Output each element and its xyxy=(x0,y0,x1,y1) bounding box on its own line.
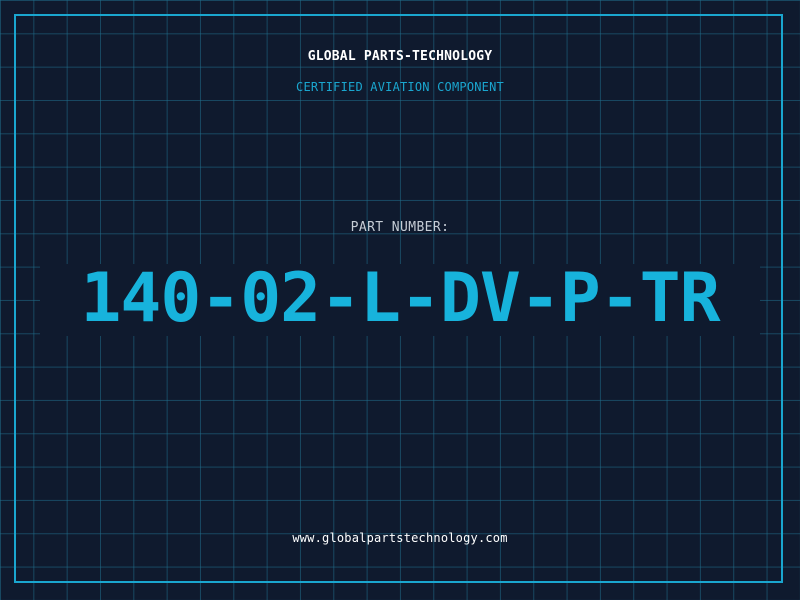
company-name: GLOBAL PARTS-TECHNOLOGY xyxy=(307,49,493,64)
certificate-card: GLOBAL PARTS-TECHNOLOGY CERTIFIED AVIATI… xyxy=(0,0,800,600)
website-url: www.globalpartstechnology.com xyxy=(292,531,508,545)
certification-subtitle: CERTIFIED AVIATION COMPONENT xyxy=(296,80,504,94)
part-number-value: 140-02-L-DV-P-TR xyxy=(80,259,720,338)
part-number-label: PART NUMBER: xyxy=(350,220,450,235)
